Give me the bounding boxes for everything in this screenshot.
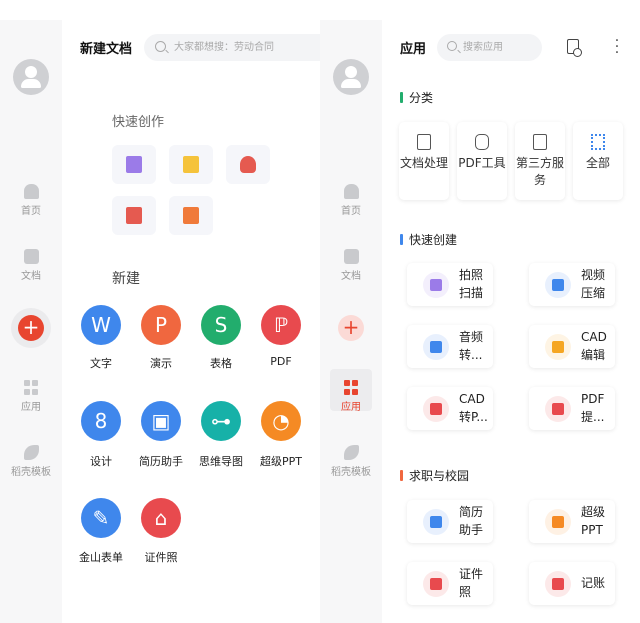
sidebar-item-1[interactable]: 文档 <box>0 249 62 282</box>
search-input[interactable]: 大家都想搜：劳动合同 <box>144 34 320 61</box>
quick-create-item[interactable] <box>226 145 270 184</box>
sidebar-item-2[interactable]: 应用 <box>330 369 372 413</box>
search-input[interactable]: 搜索应用 <box>437 34 542 61</box>
home-icon <box>23 184 39 199</box>
document-process-icon <box>417 134 431 150</box>
document-icon <box>23 249 39 264</box>
app-card[interactable]: 视频压缩 <box>529 263 615 306</box>
sidebar-item-3[interactable]: 稻壳模板 <box>0 445 62 478</box>
app-card[interactable]: 超级PPT <box>529 500 615 543</box>
app-card[interactable]: CAD编辑 <box>529 325 615 368</box>
docer-leaf-icon <box>23 445 39 460</box>
apps-icon <box>23 380 39 395</box>
sidebar-item-3[interactable]: 稻壳模板 <box>320 445 382 478</box>
app-icon <box>423 396 449 422</box>
app-card[interactable]: 记账 <box>529 562 615 605</box>
new-6-icon[interactable]: ⊶ <box>201 401 241 441</box>
person-icon <box>240 156 256 173</box>
app-icon <box>545 571 571 597</box>
new-9-icon[interactable]: ⌂ <box>141 498 181 538</box>
app-card[interactable]: PDF提... <box>529 387 615 430</box>
page-title: 新建文档 <box>80 42 133 57</box>
pdf-tool-icon <box>475 134 489 150</box>
new-item-label[interactable]: PDF <box>241 355 321 368</box>
section-marker <box>400 470 403 481</box>
app-icon <box>423 272 449 298</box>
new-7-icon[interactable]: ◔ <box>261 401 301 441</box>
app-icon <box>423 509 449 535</box>
home-icon <box>343 184 359 199</box>
avatar[interactable] <box>333 59 369 95</box>
clock-icon <box>573 48 582 57</box>
document-icon <box>343 249 359 264</box>
new-0-icon[interactable]: W <box>81 305 121 345</box>
section-marker <box>400 234 403 245</box>
new-2-icon[interactable]: S <box>201 305 241 345</box>
section-title: 分类 <box>409 91 434 105</box>
app-card[interactable]: 拍照扫描 <box>407 263 493 306</box>
sidebar-item-0[interactable]: 首页 <box>320 184 382 217</box>
create-button[interactable]: + <box>331 308 371 348</box>
section-marker <box>400 92 403 103</box>
more-icon[interactable]: · · · <box>612 34 622 60</box>
quick-create-item[interactable] <box>112 145 156 184</box>
avatar[interactable] <box>13 59 49 95</box>
app-card[interactable]: 证件照 <box>407 562 493 605</box>
new-4-icon[interactable]: 8 <box>81 401 121 441</box>
category-card[interactable]: 第三方服务 <box>515 122 565 200</box>
new-item-label[interactable]: 证件照 <box>121 549 201 565</box>
new-5-icon[interactable]: ▣ <box>141 401 181 441</box>
app-icon <box>545 272 571 298</box>
new-8-icon[interactable]: ✎ <box>81 498 121 538</box>
app-card[interactable]: 音频转... <box>407 325 493 368</box>
right-sidebar: 首页文档应用稻壳模板 + <box>320 20 382 623</box>
new-1-icon[interactable]: P <box>141 305 181 345</box>
all-apps-icon <box>591 134 605 150</box>
section-title: 新建 <box>112 271 140 287</box>
app-icon <box>545 334 571 360</box>
image-doc-icon <box>183 207 199 224</box>
app-icon <box>545 396 571 422</box>
category-card[interactable]: 文档处理 <box>399 122 449 200</box>
quick-create-item[interactable] <box>112 196 156 235</box>
app-icon <box>423 571 449 597</box>
new-item-label[interactable]: 超级PPT <box>241 453 321 469</box>
sidebar-item-2[interactable]: 应用 <box>0 380 62 413</box>
app-card[interactable]: 简历助手 <box>407 500 493 543</box>
apps-icon <box>343 380 359 395</box>
quick-create-item[interactable] <box>169 145 213 184</box>
new-3-icon[interactable]: ℙ <box>261 305 301 345</box>
category-card[interactable]: 全部 <box>573 122 623 200</box>
docer-leaf-icon <box>343 445 359 460</box>
app-icon <box>423 334 449 360</box>
plus-icon: + <box>18 315 44 341</box>
section-title: 快速创建 <box>409 233 458 247</box>
plus-icon: + <box>338 315 364 341</box>
new-file-icon <box>183 156 199 173</box>
book-search-icon <box>126 207 142 224</box>
search-icon <box>155 41 166 52</box>
section-title: 求职与校园 <box>409 469 470 483</box>
quick-create-item[interactable] <box>169 196 213 235</box>
create-button[interactable]: + <box>11 308 51 348</box>
sidebar-item-1[interactable]: 文档 <box>320 249 382 282</box>
page-title: 应用 <box>400 42 427 57</box>
sidebar-item-0[interactable]: 首页 <box>0 184 62 217</box>
section-title: 快速创作 <box>112 115 165 130</box>
scan-icon <box>126 156 142 173</box>
search-icon <box>447 41 457 51</box>
third-party-icon <box>533 134 547 150</box>
app-card[interactable]: CAD转P... <box>407 387 493 430</box>
category-card[interactable]: PDF工具 <box>457 122 507 200</box>
left-sidebar: 首页文档应用稻壳模板 + <box>0 20 62 623</box>
app-icon <box>545 509 571 535</box>
